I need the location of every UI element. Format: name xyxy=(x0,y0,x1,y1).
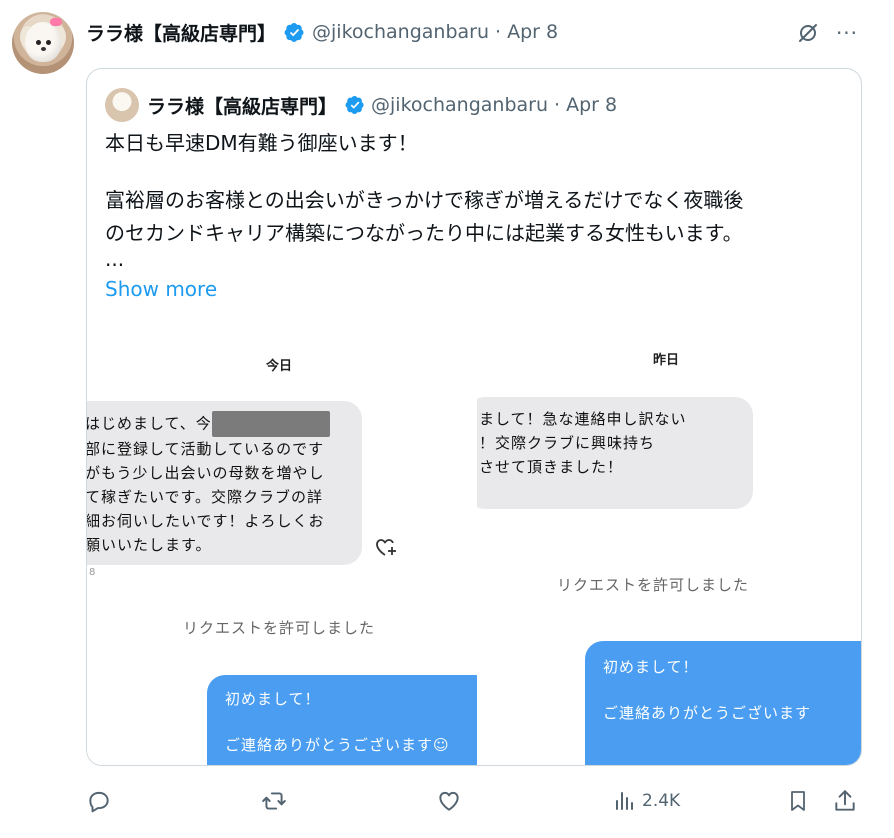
views-count: 2.4K xyxy=(642,791,681,811)
grok-icon[interactable] xyxy=(793,18,823,48)
bookmark-icon xyxy=(791,791,805,811)
request-approved-notice: リクエストを許可しました xyxy=(183,619,376,637)
repost-icon xyxy=(262,792,286,810)
message-line: 願いいたします。 xyxy=(87,536,212,554)
day-label: 昨日 xyxy=(653,353,680,368)
dm-screenshot-right: 昨日 まして！急な連絡申し訳ない ！交際クラブに興味持ち させて頂きました！ リ… xyxy=(477,329,861,765)
like-button[interactable] xyxy=(436,786,462,816)
text-line: 本日も早速DM有難う御座います！ xyxy=(105,131,418,155)
quoted-tweet[interactable]: ララ様【高級店専門】 @jikochanganbaru · Apr 8 本日も早… xyxy=(86,68,862,766)
message-line: ！交際クラブに興味持ち xyxy=(479,434,656,452)
verified-badge-icon xyxy=(345,96,364,114)
text-line: 富裕層のお客様との出会いがきっかけで稼ぎが増えるだけでなく夜職後 xyxy=(105,188,744,212)
bookmark-button[interactable] xyxy=(786,786,810,816)
share-icon xyxy=(835,790,855,811)
message-line: 初めまして！ xyxy=(225,690,321,708)
message-line: 初めまして！ xyxy=(603,658,699,676)
reply-button[interactable] xyxy=(86,786,112,816)
quoted-author-name: ララ様【高級店専門】 xyxy=(147,95,338,118)
tweet: ララ様【高級店専門】 @jikochanganbaru · Apr 8 ··· … xyxy=(0,0,894,838)
message-line: 細お伺いしたいです！よろしくお xyxy=(87,512,325,530)
message-line: て稼ぎたいです。交際クラブの詳 xyxy=(87,488,324,506)
share-button[interactable] xyxy=(832,786,858,816)
quoted-tweet-text: 本日も早速DM有難う御座います！ 富裕層のお客様との出会いがきっかけで稼ぎが増え… xyxy=(105,127,845,271)
author-handle[interactable]: @jikochanganbaru xyxy=(312,21,489,43)
dm-screenshot-left: 今日 はじめまして、今 部に登録して活動しているのです がもう少し出会いの母数を… xyxy=(87,329,477,765)
incoming-message: はじめまして、今 部に登録して活動しているのです がもう少し出会いの母数を増やし… xyxy=(87,401,362,565)
message-line: はじめまして、今 xyxy=(87,414,212,433)
quoted-tweet-header: ララ様【高級店専門】 @jikochanganbaru · Apr 8 xyxy=(147,91,617,119)
incoming-message: まして！急な連絡申し訳ない ！交際クラブに興味持ち させて頂きました！ xyxy=(477,397,753,509)
day-label: 今日 xyxy=(266,359,293,374)
message-line: がもう少し出会いの母数を増やし xyxy=(87,464,325,482)
text-ellipsis: ... xyxy=(105,247,125,271)
redacted-block xyxy=(211,411,330,437)
quoted-tweet-date: Apr 8 xyxy=(566,94,618,116)
tweet-date[interactable]: Apr 8 xyxy=(507,21,558,43)
request-approved-notice: リクエストを許可しました xyxy=(557,576,750,594)
tweet-header: ララ様【高級店専門】 @jikochanganbaru · Apr 8 xyxy=(86,17,558,47)
quoted-author-avatar xyxy=(105,88,139,122)
reply-icon xyxy=(89,791,109,813)
message-line: まして！急な連絡申し訳ない xyxy=(479,410,687,428)
message-line: させて頂きました！ xyxy=(479,458,624,476)
outgoing-message: 初めまして！ ご連絡ありがとうございます xyxy=(585,641,861,765)
more-options-icon[interactable]: ··· xyxy=(832,18,862,48)
timestamp-fragment: 8 xyxy=(89,567,96,578)
message-line: ご連絡ありがとうございます☺ xyxy=(225,736,450,754)
react-heart-plus-icon xyxy=(376,539,396,556)
show-more-link[interactable]: Show more xyxy=(105,277,217,301)
text-line: のセカンドキャリア構築につながったり中には起業する女性もいます。 xyxy=(105,221,743,245)
heart-icon xyxy=(439,791,459,811)
author-avatar[interactable] xyxy=(12,12,74,74)
separator-dot: · xyxy=(489,21,508,43)
message-line: 部に登録して活動しているのです xyxy=(87,440,325,458)
outgoing-message: 初めまして！ ご連絡ありがとうございます☺ xyxy=(207,675,477,765)
author-name[interactable]: ララ様【高級店専門】 xyxy=(86,19,276,46)
message-line: ご連絡ありがとうございます xyxy=(603,704,812,722)
separator-dot: · xyxy=(548,94,567,116)
repost-button[interactable] xyxy=(260,786,288,816)
views-chart-icon xyxy=(616,792,633,810)
views-button[interactable]: 2.4K xyxy=(612,786,680,816)
verified-badge-icon[interactable] xyxy=(284,22,305,43)
quoted-author-handle: @jikochanganbaru xyxy=(371,94,548,116)
